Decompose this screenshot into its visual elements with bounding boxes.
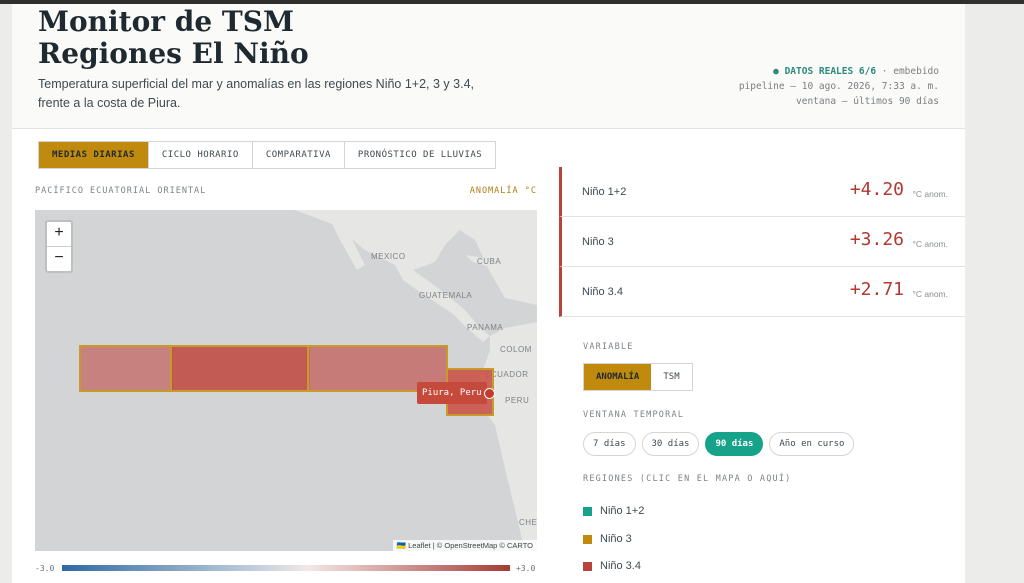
window-option-ano-en-curso[interactable]: Año en curso xyxy=(769,432,855,456)
piura-marker[interactable] xyxy=(484,388,495,399)
page-title-line-1: Monitor de TSM xyxy=(38,5,294,38)
stat-name: Niño 3.4 xyxy=(582,286,623,298)
tab-medias-diarias[interactable]: MEDIAS DIARIAS xyxy=(39,142,149,168)
map-title: PACÍFICO ECUATORIAL ORIENTAL xyxy=(35,186,207,196)
pipeline-timestamp: pipeline — 10 ago. 2026, 7:33 a. m. xyxy=(738,81,939,92)
place-label-guatemala: GUATEMALA xyxy=(419,291,473,300)
region-item-nino-3[interactable]: Niño 3 xyxy=(583,531,632,547)
anomaly-color-scale xyxy=(62,565,510,571)
time-window-note: ventana — últimos 90 días xyxy=(796,96,939,107)
variable-label: VARIABLE xyxy=(583,342,634,352)
tab-ciclo-horario[interactable]: CICLO HORARIO xyxy=(148,142,253,168)
tab-comparativa[interactable]: COMPARATIVA xyxy=(252,142,345,168)
stat-name: Niño 3 xyxy=(582,236,614,248)
window-options: 7 días 30 días 90 días Año en curso xyxy=(583,432,855,456)
map-attribution[interactable]: 🇺🇦 Leaflet | © OpenStreetMap © CARTO xyxy=(392,540,537,551)
page-title-line-2: Regiones El Niño xyxy=(38,37,309,70)
dashboard-page: Monitor de TSM Regiones El Niño Temperat… xyxy=(12,4,965,583)
place-label-peru: PERU xyxy=(505,396,530,405)
page-header: Monitor de TSM Regiones El Niño Temperat… xyxy=(12,4,965,129)
window-option-90-dias[interactable]: 90 días xyxy=(705,432,764,456)
zoom-out-button[interactable]: − xyxy=(47,247,71,271)
place-label-panama: PANAMA xyxy=(467,323,504,332)
tab-pronostico-lluvias[interactable]: PRONÓSTICO DE LLUVIAS xyxy=(344,142,496,168)
window-option-7-dias[interactable]: 7 días xyxy=(583,432,636,456)
region-nino-3-4-east[interactable] xyxy=(170,345,310,392)
region-map[interactable]: + − MEXICO CUBA GUATEMALA PANAMA COLOM E… xyxy=(35,210,537,551)
variable-option-tsm[interactable]: TSM xyxy=(651,364,691,390)
data-status-badge: ● DATOS REALES 6/6 xyxy=(773,66,877,77)
region-item-label: Niño 3.4 xyxy=(600,560,641,572)
region-item-nino-1-2[interactable]: Niño 1+2 xyxy=(583,503,644,519)
place-label-chile: CHE xyxy=(519,518,537,527)
stat-value: +3.26 xyxy=(849,229,904,250)
stat-name: Niño 1+2 xyxy=(582,186,627,198)
region-item-nino-3-4[interactable]: Niño 3.4 xyxy=(583,558,641,574)
region-nino-3-4-west[interactable] xyxy=(79,345,173,392)
data-status-line: ● DATOS REALES 6/6 · embebido xyxy=(739,64,939,79)
region-swatch xyxy=(583,561,592,571)
zoom-control: + − xyxy=(45,220,73,273)
stat-value: +4.20 xyxy=(849,179,904,200)
page-subtitle: Temperatura superficial del mar y anomal… xyxy=(38,77,474,110)
view-tabs: MEDIAS DIARIAS CICLO HORARIO COMPARATIVA… xyxy=(38,141,497,169)
location-tooltip: Piura, Peru xyxy=(417,382,487,404)
stat-card-nino-3-4[interactable]: Niño 3.4 +2.71 °C anom. xyxy=(559,267,965,317)
data-status-panel: ● DATOS REALES 6/6 · embebido pipeline —… xyxy=(739,64,939,109)
window-label: VENTANA TEMPORAL xyxy=(583,410,685,420)
stat-card-nino-3[interactable]: Niño 3 +3.26 °C anom. xyxy=(559,217,965,267)
region-item-label: Niño 3 xyxy=(600,533,632,545)
place-label-colombia: COLOM xyxy=(500,345,532,354)
place-label-cuba: CUBA xyxy=(477,257,502,266)
map-metric-label: ANOMALÍA °C xyxy=(469,186,537,196)
region-swatch xyxy=(583,534,592,544)
stat-unit: °C anom. xyxy=(912,239,948,249)
scale-min-label: -3.0 xyxy=(35,564,55,573)
stat-card-nino-1-2[interactable]: Niño 1+2 +4.20 °C anom. xyxy=(559,167,965,217)
region-swatch xyxy=(583,506,592,516)
place-label-mexico: MEXICO xyxy=(371,252,406,261)
data-status-suffix: · embebido xyxy=(876,66,939,77)
side-panel: Niño 1+2 +4.20 °C anom. Niño 3 +3.26 °C … xyxy=(559,167,965,583)
stat-unit: °C anom. xyxy=(912,289,948,299)
land-south-america xyxy=(475,322,537,551)
scale-max-label: +3.0 xyxy=(516,564,536,573)
variable-option-anomalia[interactable]: ANOMALÍA xyxy=(584,364,652,390)
stat-unit: °C anom. xyxy=(912,189,948,199)
page-title: Monitor de TSM Regiones El Niño xyxy=(38,6,309,70)
stat-value: +2.71 xyxy=(849,279,904,300)
variable-toggle: ANOMALÍA TSM xyxy=(583,363,693,391)
window-option-30-dias[interactable]: 30 días xyxy=(641,432,700,456)
regions-label: REGIONES (CLIC EN EL MAPA O AQUÍ) xyxy=(583,474,792,484)
zoom-in-button[interactable]: + xyxy=(47,222,71,247)
region-item-label: Niño 1+2 xyxy=(600,505,645,517)
